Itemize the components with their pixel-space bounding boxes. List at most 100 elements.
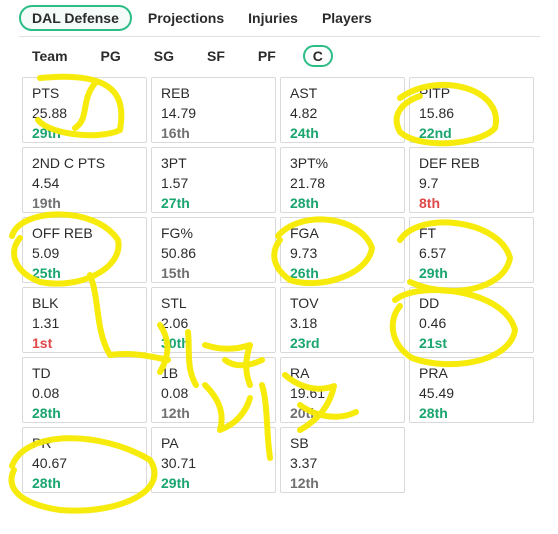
- stat-label: AST: [290, 85, 318, 101]
- stat-value: 21.78: [290, 175, 326, 191]
- tab-injuries[interactable]: Injuries: [240, 4, 306, 32]
- stat-card-1b: 1B 0.08 12th: [151, 357, 276, 423]
- stat-rank: 29th: [32, 125, 61, 141]
- stat-value: 40.67: [32, 455, 68, 471]
- stat-label: PITP: [419, 85, 451, 101]
- stat-rank: 8th: [419, 195, 440, 211]
- position-tab-team[interactable]: Team: [26, 45, 74, 67]
- stat-label: PA: [161, 435, 179, 451]
- stat-card-td: TD 0.08 28th: [22, 357, 147, 423]
- stat-rank: 19th: [32, 195, 61, 211]
- stat-label: SB: [290, 435, 309, 451]
- stat-value: 0.08: [32, 385, 60, 401]
- stat-label: PRA: [419, 365, 448, 381]
- stat-label: PTS: [32, 85, 60, 101]
- stat-value: 14.79: [161, 105, 197, 121]
- stat-card-pts: PTS 25.88 29th: [22, 77, 147, 143]
- stat-card-3pt-: 3PT% 21.78 28th: [280, 147, 405, 213]
- stat-card-3pt: 3PT 1.57 27th: [151, 147, 276, 213]
- stat-card-blk: BLK 1.31 1st: [22, 287, 147, 353]
- stat-card-tov: TOV 3.18 23rd: [280, 287, 405, 353]
- stat-rank: 26th: [290, 265, 319, 281]
- stat-value: 4.54: [32, 175, 60, 191]
- stat-card-pra: PRA 45.49 28th: [409, 357, 534, 423]
- stat-card-2nd-c-pts: 2ND C PTS 4.54 19th: [22, 147, 147, 213]
- stat-card-ft: FT 6.57 29th: [409, 217, 534, 283]
- stat-value: 1.31: [32, 315, 60, 331]
- stat-label: TOV: [290, 295, 319, 311]
- stat-rank: 15th: [161, 265, 190, 281]
- stat-rank: 28th: [290, 195, 319, 211]
- stat-label: OFF REB: [32, 225, 93, 241]
- stat-value: 50.86: [161, 245, 197, 261]
- stat-card-pitp: PITP 15.86 22nd: [409, 77, 534, 143]
- stat-value: 15.86: [419, 105, 455, 121]
- stat-value: 0.46: [419, 315, 447, 331]
- stat-card-reb: REB 14.79 16th: [151, 77, 276, 143]
- stat-value: 9.73: [290, 245, 318, 261]
- stat-value: 2.06: [161, 315, 189, 331]
- position-tab-pg[interactable]: PG: [95, 45, 127, 67]
- stat-card-sb: SB 3.37 12th: [280, 427, 405, 493]
- position-tab-pf[interactable]: PF: [252, 45, 282, 67]
- stat-label: 2ND C PTS: [32, 155, 106, 171]
- stat-label: TD: [32, 365, 51, 381]
- stat-value: 5.09: [32, 245, 60, 261]
- stat-rank: 29th: [419, 265, 448, 281]
- stat-rank: 23rd: [290, 335, 320, 351]
- position-tab-sf[interactable]: SF: [201, 45, 231, 67]
- stat-label: PR: [32, 435, 52, 451]
- stat-label: REB: [161, 85, 190, 101]
- stat-rank: 24th: [290, 125, 319, 141]
- position-tab-c[interactable]: C: [302, 45, 333, 67]
- stat-rank: 20th: [290, 405, 319, 421]
- divider: [19, 36, 540, 37]
- stat-value: 6.57: [419, 245, 447, 261]
- stat-card-pa: PA 30.71 29th: [151, 427, 276, 493]
- stat-rank: 28th: [32, 405, 61, 421]
- stat-rank: 28th: [32, 475, 61, 491]
- stat-rank: 12th: [161, 405, 190, 421]
- stat-card-stl: STL 2.06 30th: [151, 287, 276, 353]
- stat-value: 1.57: [161, 175, 189, 191]
- stat-value: 3.18: [290, 315, 318, 331]
- stat-card-fga: FGA 9.73 26th: [280, 217, 405, 283]
- stat-label: FT: [419, 225, 437, 241]
- tab-dal-defense[interactable]: DAL Defense: [19, 5, 132, 31]
- stat-label: 1B: [161, 365, 179, 381]
- stat-value: 45.49: [419, 385, 455, 401]
- stat-value: 9.7: [419, 175, 439, 191]
- stat-rank: 1st: [32, 335, 53, 351]
- stat-value: 25.88: [32, 105, 68, 121]
- stat-label: 3PT%: [290, 155, 329, 171]
- stat-grid: PTS 25.88 29th REB 14.79 16th AST 4.82 24th PITP 1…: [22, 77, 535, 493]
- stat-rank: 22nd: [419, 125, 452, 141]
- stat-value: 4.82: [290, 105, 318, 121]
- stat-rank: 28th: [419, 405, 448, 421]
- stat-label: BLK: [32, 295, 59, 311]
- stat-rank: 25th: [32, 265, 61, 281]
- tab-players[interactable]: Players: [314, 4, 380, 32]
- stat-label: DD: [419, 295, 440, 311]
- stat-card-dd: DD 0.46 21st: [409, 287, 534, 353]
- stat-rank: 30th: [161, 335, 190, 351]
- stat-rank: 27th: [161, 195, 190, 211]
- stat-card-def-reb: DEF REB 9.7 8th: [409, 147, 534, 213]
- stat-rank: 21st: [419, 335, 448, 351]
- stat-card-fg-: FG% 50.86 15th: [151, 217, 276, 283]
- stat-label: 3PT: [161, 155, 187, 171]
- stat-card-off-reb: OFF REB 5.09 25th: [22, 217, 147, 283]
- position-filter: Team PG SG SF PF C: [26, 45, 354, 67]
- stat-label: FG%: [161, 225, 193, 241]
- stat-card-ra: RA 19.61 20th: [280, 357, 405, 423]
- stat-label: DEF REB: [419, 155, 480, 171]
- position-tab-sg[interactable]: SG: [148, 45, 180, 67]
- stat-value: 30.71: [161, 455, 197, 471]
- stat-rank: 29th: [161, 475, 190, 491]
- stat-label: STL: [161, 295, 187, 311]
- stat-value: 19.61: [290, 385, 326, 401]
- stat-value: 3.37: [290, 455, 318, 471]
- stat-label: FGA: [290, 225, 319, 241]
- stat-card-ast: AST 4.82 24th: [280, 77, 405, 143]
- tab-projections[interactable]: Projections: [140, 4, 232, 32]
